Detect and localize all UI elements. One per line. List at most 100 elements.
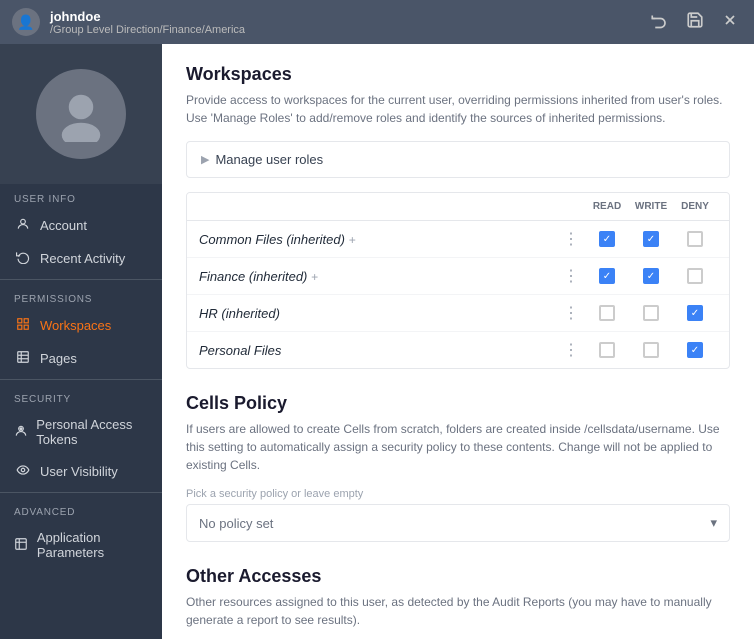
- checkbox-write-hr[interactable]: [643, 305, 659, 321]
- workspace-row-finance: Finance (inherited) + ⋮: [187, 258, 729, 295]
- avatar: 👤: [12, 8, 40, 36]
- security-label: Security: [0, 384, 162, 409]
- workspace-name-personal-files: Personal Files: [199, 343, 557, 358]
- deny-check-personal-files[interactable]: [673, 342, 717, 358]
- read-check-common-files[interactable]: [585, 231, 629, 247]
- deny-check-hr[interactable]: [673, 305, 717, 321]
- app-window: 👤 johndoe /Group Level Direction/Finance…: [0, 0, 754, 639]
- workspaces-label: Workspaces: [40, 318, 111, 333]
- personal-access-tokens-icon: [14, 424, 28, 441]
- pages-label: Pages: [40, 351, 77, 366]
- account-icon: [14, 217, 32, 234]
- workspace-name-finance: Finance (inherited) +: [199, 269, 557, 284]
- permissions-label: Permissions: [0, 284, 162, 309]
- sidebar-item-pages[interactable]: Pages: [0, 342, 162, 375]
- title-bar-left: 👤 johndoe /Group Level Direction/Finance…: [12, 8, 245, 36]
- account-label: Account: [40, 218, 87, 233]
- ws-menu-common-files[interactable]: ⋮: [557, 229, 585, 249]
- write-check-finance[interactable]: [629, 268, 673, 284]
- advanced-label: Advanced: [0, 497, 162, 522]
- workspaces-description: Provide access to workspaces for the cur…: [186, 91, 730, 127]
- personal-access-tokens-label: Personal Access Tokens: [36, 417, 148, 447]
- undo-button[interactable]: [646, 9, 672, 36]
- recent-activity-label: Recent Activity: [40, 251, 125, 266]
- sidebar-item-personal-access-tokens[interactable]: Personal Access Tokens: [0, 409, 162, 455]
- ws-checks-finance: [585, 268, 717, 284]
- col-write: WRITE: [629, 201, 673, 212]
- other-accesses-title: Other Accesses: [186, 566, 730, 587]
- ws-menu-finance[interactable]: ⋮: [557, 266, 585, 286]
- manage-roles-chevron: ▶: [201, 153, 209, 166]
- workspace-name-common-files: Common Files (inherited) +: [199, 232, 557, 247]
- sidebar-item-account[interactable]: Account: [0, 209, 162, 242]
- pages-icon: [14, 350, 32, 367]
- save-button[interactable]: [682, 9, 708, 36]
- policy-value: No policy set: [199, 516, 273, 531]
- user-avatar: [36, 69, 126, 159]
- workspace-name-hr: HR (inherited): [199, 306, 557, 321]
- col-read: READ: [585, 201, 629, 212]
- sidebar-item-application-parameters[interactable]: Application Parameters: [0, 522, 162, 568]
- checkbox-write-common[interactable]: [643, 231, 659, 247]
- checkbox-read-hr[interactable]: [599, 305, 615, 321]
- checkbox-write-finance[interactable]: [643, 268, 659, 284]
- policy-pick-label: Pick a security policy or leave empty: [186, 488, 730, 500]
- ws-checks-hr: [585, 305, 717, 321]
- checkbox-deny-hr[interactable]: [687, 305, 703, 321]
- recent-activity-icon: [14, 250, 32, 267]
- policy-dropdown[interactable]: No policy set ▾: [186, 504, 730, 542]
- cells-policy-title: Cells Policy: [186, 393, 730, 414]
- add-common-files-icon[interactable]: +: [349, 233, 356, 247]
- manage-roles-label: Manage user roles: [215, 152, 323, 167]
- checkbox-deny-finance[interactable]: [687, 268, 703, 284]
- table-header: READ WRITE DENY: [187, 193, 729, 221]
- read-check-finance[interactable]: [585, 268, 629, 284]
- sidebar-item-user-visibility[interactable]: User Visibility: [0, 455, 162, 488]
- checkbox-deny-personal[interactable]: [687, 342, 703, 358]
- checkbox-read-personal[interactable]: [599, 342, 615, 358]
- divider-1: [0, 279, 162, 280]
- read-check-personal-files[interactable]: [585, 342, 629, 358]
- checkbox-write-personal[interactable]: [643, 342, 659, 358]
- write-check-personal-files[interactable]: [629, 342, 673, 358]
- ws-checks-personal-files: [585, 342, 717, 358]
- other-accesses-section: Other Accesses Other resources assigned …: [186, 566, 730, 639]
- sidebar: User Info Account Recent Activity Permis…: [0, 44, 162, 639]
- write-check-common-files[interactable]: [629, 231, 673, 247]
- application-parameters-label: Application Parameters: [37, 530, 148, 560]
- workspace-row-common-files: Common Files (inherited) + ⋮: [187, 221, 729, 258]
- user-info-label: User Info: [0, 184, 162, 209]
- workspace-row-personal-files: Personal Files ⋮: [187, 332, 729, 368]
- workspaces-title: Workspaces: [186, 64, 730, 85]
- write-check-hr[interactable]: [629, 305, 673, 321]
- divider-3: [0, 492, 162, 493]
- other-accesses-description: Other resources assigned to this user, a…: [186, 593, 730, 629]
- read-check-hr[interactable]: [585, 305, 629, 321]
- title-bar-text: johndoe /Group Level Direction/Finance/A…: [50, 9, 245, 36]
- cells-policy-description: If users are allowed to create Cells fro…: [186, 420, 730, 474]
- path: /Group Level Direction/Finance/America: [50, 24, 245, 36]
- sidebar-item-recent-activity[interactable]: Recent Activity: [0, 242, 162, 275]
- sidebar-item-workspaces[interactable]: Workspaces: [0, 309, 162, 342]
- workspace-row-hr: HR (inherited) ⋮: [187, 295, 729, 332]
- application-parameters-icon: [14, 537, 29, 554]
- deny-check-common-files[interactable]: [673, 231, 717, 247]
- checkbox-read-common[interactable]: [599, 231, 615, 247]
- table-header-cols: READ WRITE DENY: [585, 201, 717, 212]
- divider-2: [0, 379, 162, 380]
- close-button[interactable]: [718, 10, 742, 35]
- user-visibility-icon: [14, 463, 32, 480]
- deny-check-finance[interactable]: [673, 268, 717, 284]
- dropdown-chevron-icon: ▾: [710, 515, 717, 531]
- user-visibility-label: User Visibility: [40, 464, 118, 479]
- workspaces-table: READ WRITE DENY Common Files (inherited)…: [186, 192, 730, 369]
- checkbox-read-finance[interactable]: [599, 268, 615, 284]
- ws-menu-hr[interactable]: ⋮: [557, 303, 585, 323]
- manage-roles-row[interactable]: ▶ Manage user roles: [186, 141, 730, 178]
- add-finance-icon[interactable]: +: [311, 270, 318, 284]
- username: johndoe: [50, 9, 245, 24]
- ws-menu-personal-files[interactable]: ⋮: [557, 340, 585, 360]
- checkbox-deny-common[interactable]: [687, 231, 703, 247]
- title-bar: 👤 johndoe /Group Level Direction/Finance…: [0, 0, 754, 44]
- avatar-icon: 👤: [17, 14, 34, 31]
